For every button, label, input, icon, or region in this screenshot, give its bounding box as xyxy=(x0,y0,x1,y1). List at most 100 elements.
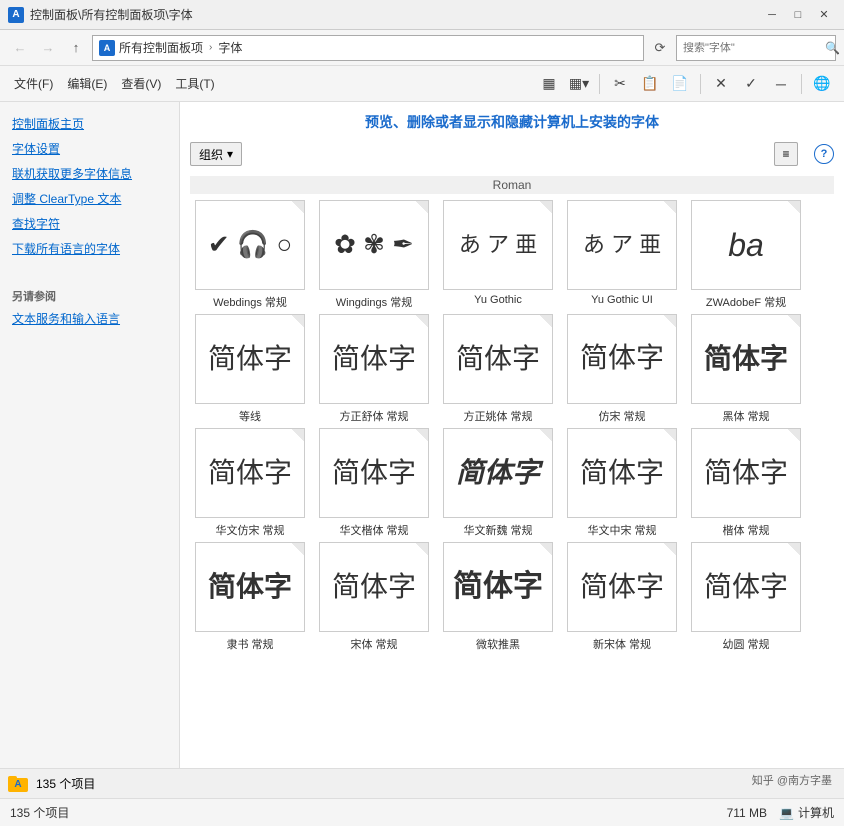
font-preview-text-yu-gothic: あ ア 亜 xyxy=(459,232,537,258)
titlebar: A 控制面板\所有控制面板项\字体 ─ □ ✕ xyxy=(0,0,844,30)
help-circle-button[interactable]: ? xyxy=(814,144,834,164)
toolbar-separator-2 xyxy=(700,74,701,94)
font-item-yu-gothic[interactable]: あ ア 亜 Yu Gothic xyxy=(438,200,558,310)
refresh-button[interactable]: ⟳ xyxy=(648,36,672,60)
status-count: 135 个项目 xyxy=(10,804,69,821)
font-preview-hwkaiti: 简体字 xyxy=(319,428,429,518)
font-item-hwzhongsong[interactable]: 简体字 华文中宋 常规 xyxy=(562,428,682,538)
content-title: 预览、删除或者显示和隐藏计算机上安装的字体 xyxy=(190,112,834,132)
font-name-kaiti: 楷体 常规 xyxy=(722,522,769,538)
font-item-youyuan[interactable]: 简体字 幼圆 常规 xyxy=(686,542,806,652)
font-preview-hwzhongsong: 简体字 xyxy=(567,428,677,518)
font-preview-text-fzyaoti: 简体字 xyxy=(456,342,540,376)
toolbar-separator-3 xyxy=(801,74,802,94)
titlebar-title: 控制面板\所有控制面板项\字体 xyxy=(30,6,760,23)
address-path-prefix: 所有控制面板项 xyxy=(119,39,203,56)
font-item-zwadobef[interactable]: ba ZWAdobeF 常规 xyxy=(686,200,806,310)
back-button[interactable]: ← xyxy=(8,36,32,60)
font-preview-wingdings: ✿ ✾ ✒ xyxy=(319,200,429,290)
properties-button[interactable]: ─ xyxy=(767,70,795,98)
maximize-button[interactable]: □ xyxy=(786,5,810,25)
font-name-microsoftblack: 微软推黑 xyxy=(476,636,520,652)
view-list-dropdown-button[interactable]: ▦▾ xyxy=(565,70,593,98)
sidebar-link-cleartype[interactable]: 调整 ClearType 文本 xyxy=(0,187,179,210)
font-item-dengxian[interactable]: 简体字 等线 xyxy=(190,314,310,424)
font-item-wingdings[interactable]: ✿ ✾ ✒ Wingdings 常规 xyxy=(314,200,434,310)
font-item-hwkaiti[interactable]: 简体字 华文楷体 常规 xyxy=(314,428,434,538)
font-item-newsongti[interactable]: 简体字 新宋体 常规 xyxy=(562,542,682,652)
sidebar-link-find-char[interactable]: 查找字符 xyxy=(0,212,179,235)
font-preview-text-yu-gothic-ui: あ ア 亜 xyxy=(583,232,661,258)
font-item-hwxinwei[interactable]: 简体字 华文新魏 常规 xyxy=(438,428,558,538)
check-button[interactable]: ✓ xyxy=(737,70,765,98)
font-item-heiti[interactable]: 简体字 黑体 常规 xyxy=(686,314,806,424)
status-size: 711 MB xyxy=(727,806,767,820)
organize-button[interactable]: 组织 ▾ xyxy=(190,142,242,166)
menu-edit[interactable]: 编辑(E) xyxy=(61,73,113,94)
toolbar: 文件(F) 编辑(E) 查看(V) 工具(T) ▦ ▦▾ ✂ 📋 📄 ✕ ✓ ─… xyxy=(0,66,844,102)
search-input[interactable] xyxy=(683,42,825,54)
paste-button[interactable]: 📄 xyxy=(666,70,694,98)
font-preview-dengxian: 简体字 xyxy=(195,314,305,404)
font-item-fzyaoti[interactable]: 简体字 方正姚体 常规 xyxy=(438,314,558,424)
font-preview-yu-gothic: あ ア 亜 xyxy=(443,200,553,290)
search-box[interactable]: 🔍 xyxy=(676,35,836,61)
font-grid: ✔ 🎧 ○ Webdings 常规 ✿ ✾ ✒ Wingdings 常规 あ ア… xyxy=(190,200,834,652)
font-preview-webdings: ✔ 🎧 ○ xyxy=(195,200,305,290)
main-layout: 控制面板主页 字体设置 联机获取更多字体信息 调整 ClearType 文本 查… xyxy=(0,102,844,768)
font-preview-lishu: 简体字 xyxy=(195,542,305,632)
delete-button[interactable]: ✕ xyxy=(707,70,735,98)
font-preview-songti: 简体字 xyxy=(319,542,429,632)
font-preview-text-hwzhongsong: 简体字 xyxy=(580,456,664,490)
font-name-zwadobef: ZWAdobeF 常规 xyxy=(706,294,786,310)
watermark: 知乎 @南方字墨 xyxy=(752,772,832,788)
folder-a-label: A xyxy=(14,779,21,790)
font-item-songti[interactable]: 简体字 宋体 常规 xyxy=(314,542,434,652)
font-preview-text-zwadobef: ba xyxy=(728,226,764,264)
font-preview-text-kaiti: 简体字 xyxy=(704,456,788,490)
address-separator: › xyxy=(209,42,212,53)
font-item-yu-gothic-ui[interactable]: あ ア 亜 Yu Gothic UI xyxy=(562,200,682,310)
organize-label: 组织 xyxy=(199,146,223,163)
font-preview-text-newsongti: 简体字 xyxy=(580,570,664,604)
font-item-fangsong[interactable]: 简体字 仿宋 常规 xyxy=(562,314,682,424)
sidebar-link-home[interactable]: 控制面板主页 xyxy=(0,112,179,135)
address-box[interactable]: A 所有控制面板项 › 字体 xyxy=(92,35,644,61)
up-button[interactable]: ↑ xyxy=(64,36,88,60)
status-computer: 💻 计算机 xyxy=(779,804,834,821)
sidebar-link-text-services[interactable]: 文本服务和输入语言 xyxy=(0,307,179,330)
forward-button[interactable]: → xyxy=(36,36,60,60)
menu-view[interactable]: 查看(V) xyxy=(115,73,167,94)
font-item-microsoftblack[interactable]: 简体字 微软推黑 xyxy=(438,542,558,652)
address-icon: A xyxy=(99,40,115,56)
view-mode-button[interactable]: ≡ xyxy=(774,142,798,166)
font-preview-text-songti: 简体字 xyxy=(332,570,416,604)
font-preview-microsoftblack: 简体字 xyxy=(443,542,553,632)
font-name-fangsong: 仿宋 常规 xyxy=(598,408,645,424)
computer-icon: 💻 xyxy=(779,806,794,820)
view-grid-button[interactable]: ▦ xyxy=(535,70,563,98)
menu-file[interactable]: 文件(F) xyxy=(8,73,59,94)
font-name-webdings: Webdings 常规 xyxy=(213,294,287,310)
sidebar-link-font-settings[interactable]: 字体设置 xyxy=(0,137,179,160)
minimize-button[interactable]: ─ xyxy=(760,5,784,25)
sidebar-also-see: 另请参阅 xyxy=(0,280,179,307)
font-preview-text-hwkaiti: 简体字 xyxy=(332,456,416,490)
cut-button[interactable]: ✂ xyxy=(606,70,634,98)
font-name-yu-gothic: Yu Gothic xyxy=(474,294,522,306)
copy-button[interactable]: 📋 xyxy=(636,70,664,98)
sidebar-link-download[interactable]: 下载所有语言的字体 xyxy=(0,237,179,260)
help-button[interactable]: 🌐 xyxy=(808,70,836,98)
font-preview-text-youyuan: 简体字 xyxy=(704,570,788,604)
sidebar-link-get-fonts[interactable]: 联机获取更多字体信息 xyxy=(0,162,179,185)
font-item-hwfangsong[interactable]: 简体字 华文仿宋 常规 xyxy=(190,428,310,538)
menu-tools[interactable]: 工具(T) xyxy=(169,73,220,94)
font-item-kaiti[interactable]: 简体字 楷体 常规 xyxy=(686,428,806,538)
font-preview-newsongti: 简体字 xyxy=(567,542,677,632)
font-preview-fangsong: 简体字 xyxy=(567,314,677,404)
close-button[interactable]: ✕ xyxy=(812,5,836,25)
font-item-webdings[interactable]: ✔ 🎧 ○ Webdings 常规 xyxy=(190,200,310,310)
font-preview-text-microsoftblack: 简体字 xyxy=(453,569,543,605)
font-item-fzshuti[interactable]: 简体字 方正舒体 常规 xyxy=(314,314,434,424)
font-item-lishu[interactable]: 简体字 隶书 常规 xyxy=(190,542,310,652)
